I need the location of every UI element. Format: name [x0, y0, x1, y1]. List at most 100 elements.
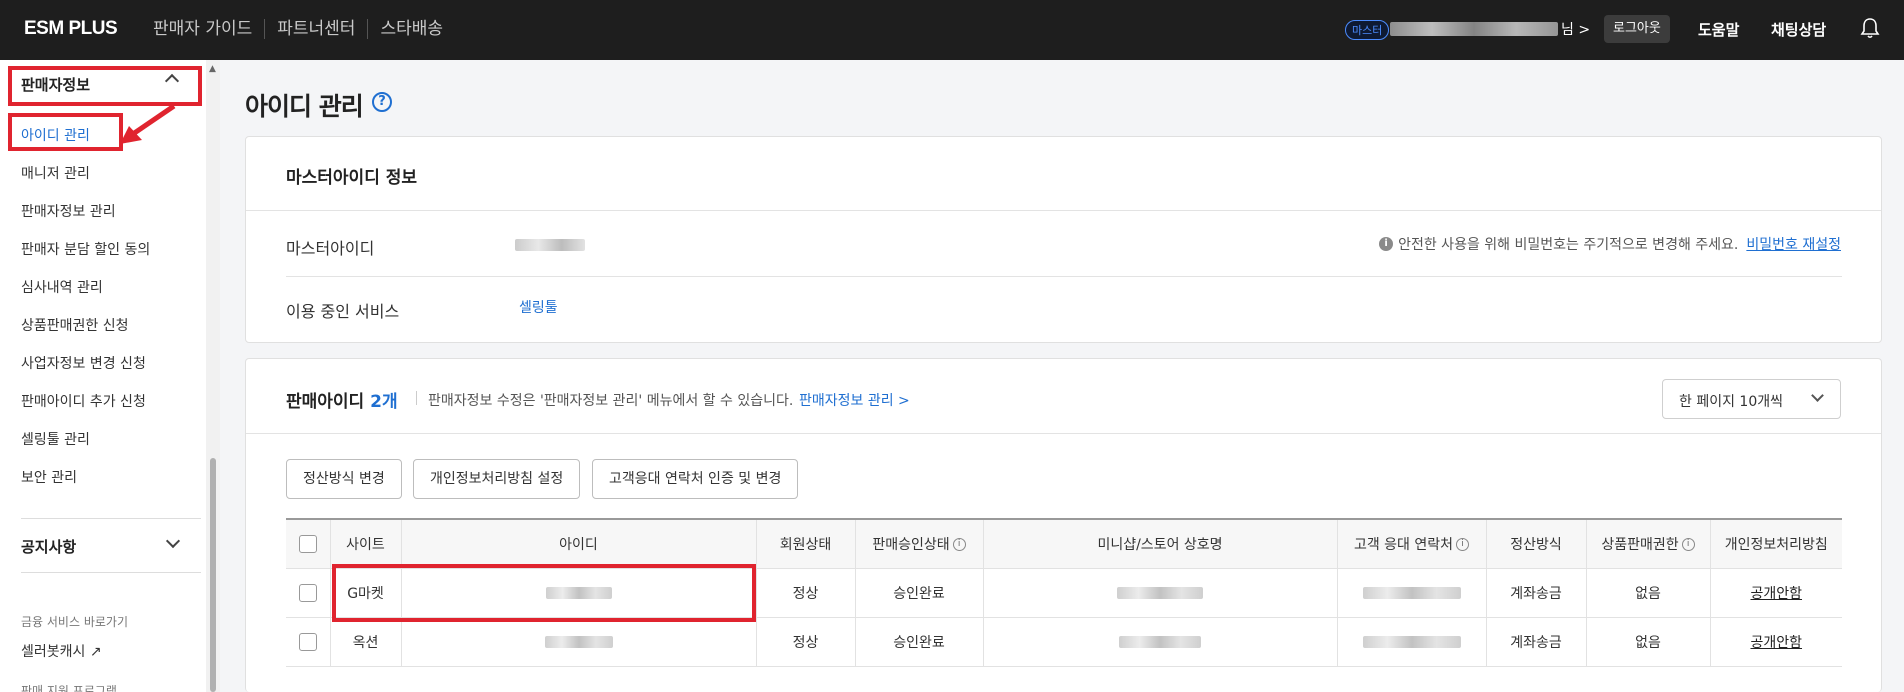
- help-link[interactable]: 도움말: [1698, 19, 1739, 40]
- master-id-label: 마스터아이디: [286, 239, 375, 258]
- sidebar-scroll-thumb[interactable]: [210, 458, 216, 692]
- sidebar-item-manager[interactable]: 매니저 관리: [21, 163, 90, 183]
- chevron-down-icon: [1811, 389, 1824, 402]
- col-store-name: 미니샵/스토어 상호명: [983, 518, 1338, 569]
- cell-sales-permission: 없음: [1586, 617, 1711, 667]
- store-name-blurred: [1117, 586, 1203, 599]
- sidebar-item-selling-tool[interactable]: 셀링툴 관리: [21, 429, 90, 449]
- col-approval-status: 판매승인상태 i: [855, 518, 984, 569]
- selling-tool-link[interactable]: 셀링툴: [519, 297, 558, 317]
- help-question-icon[interactable]: ?: [372, 92, 392, 112]
- bell-icon[interactable]: [1860, 17, 1880, 39]
- per-page-select[interactable]: 한 페이지 10개씩: [1662, 379, 1841, 419]
- cell-site: 옥션: [330, 617, 402, 667]
- sales-support-label: 판매 지원 프로그램: [21, 684, 117, 692]
- info-icon[interactable]: i: [1456, 538, 1470, 552]
- user-menu-link[interactable]: 님 >: [1561, 19, 1590, 39]
- sidebar-item-security[interactable]: 보안 관리: [21, 467, 77, 487]
- esm-plus-logo[interactable]: ESM PLUS: [24, 18, 118, 40]
- cell-member-status: 정상: [756, 568, 856, 618]
- privacy-policy-setting-button[interactable]: 개인정보처리방침 설정: [413, 459, 581, 499]
- sidebar-item-add-seller-id[interactable]: 판매아이디 추가 신청: [21, 391, 146, 411]
- sidebar-item-review-history[interactable]: 심사내역 관리: [21, 277, 103, 297]
- cell-contact: [1337, 568, 1487, 618]
- external-link-icon: ↗: [89, 644, 102, 660]
- cell-settlement: 계좌송금: [1486, 617, 1587, 667]
- sidebar-section-notice[interactable]: 공지사항: [21, 536, 76, 557]
- seller-id-blurred: [544, 635, 613, 648]
- privacy-policy-link[interactable]: 공개안함: [1750, 586, 1802, 602]
- table-header-row: 사이트 아이디 회원상태 판매승인상태 i 미니샵/스토어 상호명 고객 응대 연…: [286, 518, 1842, 569]
- page-title: 아이디 관리: [245, 92, 364, 121]
- scroll-up-icon[interactable]: ▲: [209, 64, 216, 74]
- sellerbot-cash-link[interactable]: 셀러봇캐시 ↗: [21, 641, 102, 661]
- annotation-box-section: [8, 66, 202, 106]
- sidebar-item-seller-info[interactable]: 판매자정보 관리: [21, 201, 116, 221]
- cell-approval-status: 승인완료: [855, 617, 984, 667]
- top-bar: ESM PLUS 판매자 가이드 파트너센터 스타배송 마스터 님 > 로그아웃…: [0, 0, 1904, 60]
- cell-approval-status: 승인완료: [855, 568, 984, 618]
- settlement-change-button[interactable]: 정산방식 변경: [286, 459, 402, 499]
- top-nav: 판매자 가이드 파트너센터 스타배송: [153, 19, 455, 39]
- nav-star-delivery[interactable]: 스타배송: [367, 19, 455, 39]
- cell-privacy-policy: 공개안함: [1710, 568, 1842, 618]
- col-member-status: 회원상태: [756, 518, 856, 569]
- contact-blurred: [1362, 635, 1461, 648]
- select-all-checkbox[interactable]: [298, 534, 317, 553]
- row-checkbox[interactable]: [298, 583, 317, 602]
- cell-sales-permission: 없음: [1586, 568, 1711, 618]
- table-row: 옥션 정상 승인완료 계좌송금 없음 공개안함: [286, 617, 1842, 667]
- sidebar-item-discount-agree[interactable]: 판매자 분담 할인 동의: [21, 239, 150, 259]
- master-badge: 마스터: [1345, 20, 1390, 40]
- master-id-card: 마스터아이디 정보 마스터아이디 i 안전한 사용을 위해 비밀번호는 주기적으…: [245, 136, 1882, 343]
- nav-seller-guide[interactable]: 판매자 가이드: [153, 19, 264, 39]
- contact-verify-button[interactable]: 고객응대 연락처 인증 및 변경: [592, 459, 799, 499]
- card-divider: [246, 210, 1881, 211]
- cell-id: [401, 617, 757, 667]
- cell-settlement: 계좌송금: [1486, 568, 1587, 618]
- sidebar: [0, 60, 220, 692]
- annotation-box-id-manage: [8, 113, 123, 151]
- privacy-policy-link[interactable]: 공개안함: [1750, 635, 1802, 651]
- contact-blurred: [1362, 586, 1461, 599]
- seller-info-manage-link[interactable]: 판매자정보 관리 >: [799, 390, 910, 410]
- logout-button[interactable]: 로그아웃: [1604, 15, 1670, 43]
- finance-service-label: 금융 서비스 바로가기: [21, 615, 128, 629]
- sidebar-item-business-change[interactable]: 사업자정보 변경 신청: [21, 353, 146, 373]
- title-separator: [416, 391, 417, 405]
- col-settlement: 정산방식: [1486, 518, 1587, 569]
- store-name-blurred: [1119, 635, 1201, 648]
- cell-privacy-policy: 공개안함: [1710, 617, 1842, 667]
- col-privacy-policy: 개인정보처리방침: [1710, 518, 1842, 569]
- info-icon[interactable]: i: [952, 538, 966, 552]
- seller-id-title: 판매아이디 2개: [286, 392, 398, 412]
- annotation-arrow: [120, 103, 176, 144]
- seller-id-description: 판매자정보 수정은 '판매자정보 관리' 메뉴에서 할 수 있습니다.: [428, 393, 794, 409]
- cell-store-name: [983, 617, 1338, 667]
- cell-member-status: 정상: [756, 617, 856, 667]
- master-id-value-blurred: [515, 239, 585, 251]
- user-name-blurred[interactable]: [1390, 22, 1558, 36]
- seller-id-card: 판매아이디 2개 판매자정보 수정은 '판매자정보 관리' 메뉴에서 할 수 있…: [245, 358, 1882, 692]
- col-sales-permission: 상품판매권한 i: [1586, 518, 1711, 569]
- row-checkbox[interactable]: [298, 632, 317, 651]
- nav-partner-center[interactable]: 파트너센터: [264, 19, 367, 39]
- sidebar-divider: [21, 572, 201, 573]
- master-id-card-title: 마스터아이디 정보: [286, 168, 418, 188]
- sidebar-divider: [21, 518, 201, 519]
- card-divider: [246, 433, 1881, 434]
- col-site: 사이트: [330, 518, 402, 569]
- info-icon: i: [1379, 237, 1394, 251]
- col-id: 아이디: [401, 518, 757, 569]
- info-icon[interactable]: i: [1681, 538, 1695, 552]
- password-notice: i 안전한 사용을 위해 비밀번호는 주기적으로 변경해 주세요. 비밀번호 재…: [1379, 234, 1841, 254]
- password-reset-link[interactable]: 비밀번호 재설정: [1746, 234, 1841, 254]
- annotation-box-gmarket-row: [332, 564, 756, 622]
- col-contact: 고객 응대 연락처 i: [1337, 518, 1487, 569]
- sidebar-item-sales-permission[interactable]: 상품판매권한 신청: [21, 315, 129, 335]
- row-divider: [286, 276, 1842, 277]
- cell-contact: [1337, 617, 1487, 667]
- cell-store-name: [983, 568, 1338, 618]
- chat-consult-link[interactable]: 채팅상담: [1771, 19, 1826, 40]
- service-label: 이용 중인 서비스: [286, 302, 400, 321]
